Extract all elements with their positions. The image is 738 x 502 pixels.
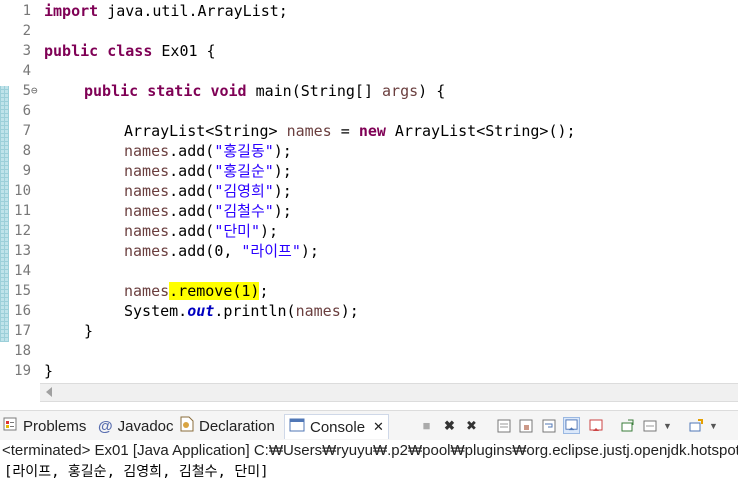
search-highlight: .remove(1) xyxy=(169,282,260,300)
code-line-16: 16 System.out.println(names); xyxy=(0,301,738,321)
console-status-line: <terminated> Ex01 [Java Application] C:₩… xyxy=(2,442,738,459)
tab-console[interactable]: Console ✕ xyxy=(284,414,389,439)
code-line-4: 4 xyxy=(0,61,738,81)
line-number: 17 xyxy=(14,323,31,339)
problems-icon xyxy=(2,416,18,436)
code-text: names.add("단미"); xyxy=(124,222,279,240)
code-line-17: 17 } xyxy=(0,321,738,341)
code-line-10: 10 names.add("김영희"); xyxy=(0,181,738,201)
declaration-icon xyxy=(180,416,194,436)
remove-all-launches-icon[interactable]: ✖ xyxy=(463,417,480,434)
line-number: 18 xyxy=(14,343,31,359)
code-text: } xyxy=(84,322,94,340)
show-on-stderr-icon[interactable] xyxy=(587,417,604,434)
code-text: names.add("홍길순"); xyxy=(124,162,292,180)
code-editor[interactable]: 1 import java.util.ArrayList; 2 3 public… xyxy=(0,0,738,382)
code-text: names.add(0, "라이프"); xyxy=(124,242,319,260)
tab-label: Problems xyxy=(23,417,87,435)
code-line-5: 5 ⊖ public static void main(String[] arg… xyxy=(0,81,738,101)
line-number: 14 xyxy=(14,263,31,279)
tab-declaration[interactable]: Declaration xyxy=(180,414,275,438)
line-number: 15 xyxy=(14,283,31,299)
line-number: 9 xyxy=(22,163,31,179)
code-line-7: 7 ArrayList<String> names = new ArrayLis… xyxy=(0,121,738,141)
view-tab-bar: Problems @ Javadoc Declaration Console ✕… xyxy=(0,410,738,440)
code-line-11: 11 names.add("김철수"); xyxy=(0,201,738,221)
tab-label: Javadoc xyxy=(117,417,174,435)
code-line-3: 3 public class Ex01 { xyxy=(0,41,738,61)
tab-javadoc[interactable]: @ Javadoc xyxy=(98,414,174,438)
code-line-12: 12 names.add("단미"); xyxy=(0,221,738,241)
line-number: 8 xyxy=(22,143,31,159)
code-line-14: 14 xyxy=(0,261,738,281)
console-view[interactable]: <terminated> Ex01 [Java Application] C:₩… xyxy=(0,440,738,502)
show-on-stdout-icon[interactable] xyxy=(563,417,580,434)
line-number: 5 xyxy=(22,83,31,99)
word-wrap-icon[interactable] xyxy=(540,417,557,434)
code-text: names.add("홍길동"); xyxy=(124,142,292,160)
open-console-icon[interactable] xyxy=(687,417,704,434)
code-line-9: 9 names.add("홍길순"); xyxy=(0,161,738,181)
line-number: 10 xyxy=(14,183,31,199)
line-number: 7 xyxy=(22,123,31,139)
at-sign-icon: @ xyxy=(98,417,113,435)
code-text: names.add("김영희"); xyxy=(124,182,292,200)
chevron-down-icon[interactable]: ▼ xyxy=(659,417,676,434)
code-text: names.remove(1); xyxy=(124,282,269,300)
collapse-minus-icon[interactable]: ⊖ xyxy=(31,81,38,101)
code-line-13: 13 names.add(0, "라이프"); xyxy=(0,241,738,261)
tab-label: Console xyxy=(310,418,366,436)
code-text: } xyxy=(44,362,54,380)
line-number: 3 xyxy=(22,43,31,59)
line-number: 12 xyxy=(14,223,31,239)
line-number: 2 xyxy=(22,23,31,39)
chevron-down-icon[interactable]: ▼ xyxy=(705,417,722,434)
clear-console-icon[interactable] xyxy=(495,417,512,434)
line-number: 1 xyxy=(22,3,31,19)
code-line-8: 8 names.add("홍길동"); xyxy=(0,141,738,161)
code-line-18: 18 xyxy=(0,341,738,361)
display-console-icon[interactable] xyxy=(641,417,658,434)
code-text: import java.util.ArrayList; xyxy=(44,2,288,20)
line-number: 13 xyxy=(14,243,31,259)
line-number: 16 xyxy=(14,303,31,319)
console-output: [라이프, 홍길순, 김영희, 김철수, 단미] xyxy=(4,464,269,480)
tab-label: Declaration xyxy=(199,417,275,435)
console-icon xyxy=(289,418,305,436)
line-number: 6 xyxy=(22,103,31,119)
horizontal-scrollbar[interactable] xyxy=(40,383,738,402)
code-line-6: 6 xyxy=(0,101,738,121)
scroll-left-icon[interactable] xyxy=(46,387,52,397)
scroll-lock-icon[interactable] xyxy=(517,417,534,434)
line-number: 11 xyxy=(14,203,31,219)
code-text: ArrayList<String> names = new ArrayList<… xyxy=(124,122,576,140)
code-line-2: 2 xyxy=(0,21,738,41)
stop-icon[interactable]: ■ xyxy=(418,417,435,434)
code-line-1: 1 import java.util.ArrayList; xyxy=(0,1,738,21)
code-text: public static void main(String[] args) { xyxy=(84,82,446,100)
code-line-15: 15 names.remove(1); xyxy=(0,281,738,301)
pin-console-icon[interactable] xyxy=(619,417,636,434)
close-icon[interactable]: ✕ xyxy=(373,419,384,435)
code-text: System.out.println(names); xyxy=(124,302,359,320)
remove-launch-icon[interactable]: ✖ xyxy=(441,417,458,434)
code-line-19: 19 } xyxy=(0,361,738,381)
code-text: public class Ex01 { xyxy=(44,42,216,60)
line-number: 19 xyxy=(14,363,31,379)
code-text: names.add("김철수"); xyxy=(124,202,292,220)
line-number: 4 xyxy=(22,63,31,79)
tab-problems[interactable]: Problems xyxy=(2,414,86,438)
